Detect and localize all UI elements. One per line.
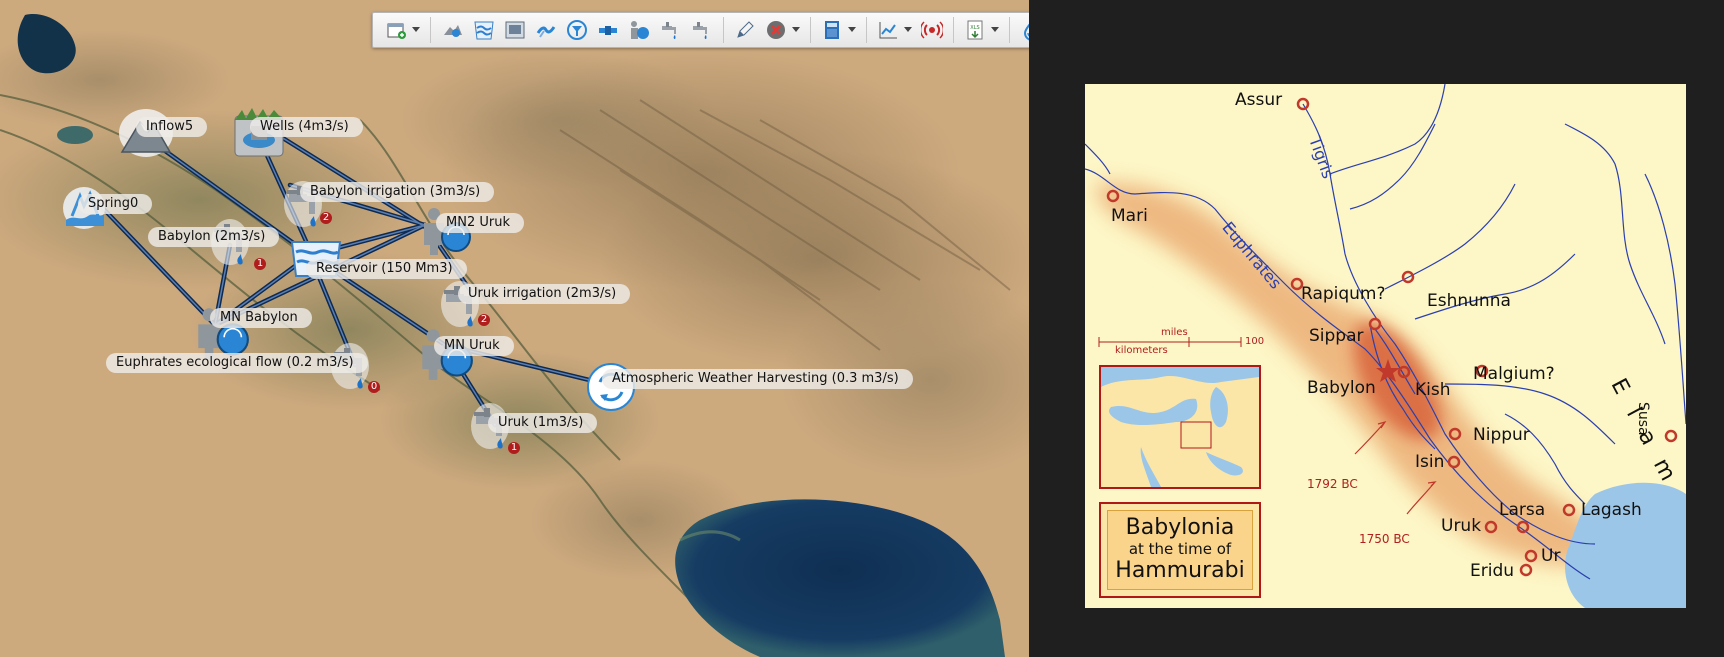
pump-demand-icon[interactable] [628,17,651,43]
node-label-uruk-irrigation[interactable]: Uruk irrigation (2m3/s) [458,284,631,304]
node-label-mn2-uruk[interactable]: MN2 Uruk [436,213,524,233]
node-label-mn-uruk[interactable]: MN Uruk [434,336,514,356]
export-xls-icon[interactable]: XLS [964,17,987,43]
satellite-map[interactable] [0,0,1029,657]
date-label-1792: 1792 BC [1307,477,1358,491]
node-label-uruk[interactable]: Uruk (1m3/s) [488,413,598,433]
tap-badge: 1 [508,442,520,454]
scale-label-100: 100 [1245,336,1265,347]
city-label-eridu: Eridu [1470,561,1515,581]
chevron-down-icon[interactable] [991,17,1000,43]
scale-label-kilometers: kilometers [1115,345,1168,356]
catchment-icon[interactable] [441,17,464,43]
toolbar-separator [722,17,724,43]
babylonia-map-image: Babylonia at the time of Hammurabi Assur… [1085,84,1686,608]
export-xls-label: XLS [970,25,979,31]
map-title-box: Babylonia at the time of Hammurabi [1099,502,1261,598]
calculator-icon[interactable] [821,17,844,43]
node-label-spring0[interactable]: Spring0 [78,194,153,214]
node-label-reservoir[interactable]: Reservoir (150 Mm3) [306,259,467,279]
city-label-sippar: Sippar [1309,326,1364,346]
toolbar-separator [809,17,811,43]
node-label-inflow5[interactable]: Inflow5 [136,117,208,137]
chart-icon[interactable] [877,17,900,43]
toolbar-separator [865,17,867,43]
city-label-malgium: Malgium? [1473,364,1555,384]
city-label-babylon: Babylon [1307,378,1376,398]
inset-locator-map [1099,365,1261,489]
chevron-down-icon[interactable] [847,17,856,43]
filter-icon[interactable] [565,17,588,43]
reservoir-tool-icon[interactable] [472,17,495,43]
city-label-ur: Ur [1541,546,1561,566]
city-label-nippur: Nippur [1473,425,1530,445]
map-title-inner: Babylonia at the time of Hammurabi [1107,510,1253,590]
city-label-isin: Isin [1415,452,1445,472]
tap-tool-icon[interactable] [659,17,682,43]
toolbar-separator [953,17,955,43]
tap-badge: 1 [254,258,266,270]
network-map-pane[interactable]: 2 1 2 0 1 Inflow5 Wells (4m3/s) Spring0 … [0,0,1029,657]
city-label-kish: Kish [1415,380,1451,400]
city-label-rapiqum: Rapiqum? [1301,284,1386,304]
node-label-babylon-irrigation[interactable]: Babylon irrigation (3m3/s) [300,182,495,202]
city-label-assur: Assur [1235,90,1283,110]
scale-label-miles: miles [1161,327,1188,338]
edit-pencil-icon[interactable] [734,17,757,43]
city-label-mari: Mari [1111,206,1148,226]
delete-icon[interactable] [765,17,788,43]
weather-tool-icon[interactable] [534,17,557,43]
tap-badge: 2 [478,314,490,326]
node-label-mn-babylon[interactable]: MN Babylon [210,308,312,328]
chevron-down-icon[interactable] [903,17,912,43]
map-title-line1: Babylonia [1125,515,1235,540]
city-label-lagash: Lagash [1581,500,1642,520]
pipe-icon[interactable] [596,17,619,43]
node-label-wells[interactable]: Wells (4m3/s) [250,117,363,137]
water-drop-icon[interactable] [1020,17,1029,43]
map-toolbar: XLS [372,12,1029,48]
date-label-1750: 1750 BC [1359,532,1410,546]
toolbar-separator [430,17,432,43]
toolbar-separator [1009,17,1011,43]
tap-badge: 0 [368,381,380,393]
city-label-larsa: Larsa [1499,500,1546,520]
tap-badge: 2 [320,212,332,224]
city-label-uruk: Uruk [1441,516,1482,536]
map-title-line2: at the time of [1128,540,1232,558]
chevron-down-icon[interactable] [791,17,800,43]
inset-map-graphic [1101,367,1259,487]
add-layer-icon[interactable] [385,17,408,43]
signal-icon[interactable] [920,17,943,43]
city-label-eshnunna: Eshnunna [1427,291,1511,311]
map-title-line3: Hammurabi [1115,558,1245,583]
image-tool-icon[interactable] [503,17,526,43]
chevron-down-icon[interactable] [412,17,421,43]
tap-tool-2-icon[interactable] [690,17,713,43]
node-label-euphrates-flow[interactable]: Euphrates ecological flow (0.2 m3/s) [106,353,368,373]
node-label-babylon[interactable]: Babylon (2m3/s) [148,227,280,247]
node-label-weather[interactable]: Atmospheric Weather Harvesting (0.3 m3/s… [602,369,913,389]
